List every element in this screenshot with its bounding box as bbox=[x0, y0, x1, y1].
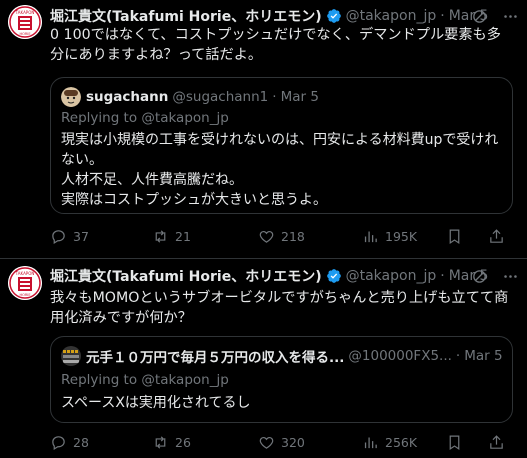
more-icon[interactable] bbox=[502, 8, 519, 25]
tweet-header: 堀江貴文(Takafumi Horie、ホリエモン) @takapon_jp ·… bbox=[50, 6, 519, 26]
quote-date: Mar 5 bbox=[464, 348, 502, 364]
views-icon bbox=[364, 231, 377, 242]
quote-line: 人材不足、人件費高騰だね。 bbox=[61, 172, 243, 188]
like-icon bbox=[259, 436, 274, 449]
quote-author-name: 元手１０万円で毎月５万円の収入を得る... bbox=[86, 350, 345, 366]
repost-button[interactable]: 21 bbox=[152, 228, 191, 245]
repost-icon bbox=[155, 229, 166, 243]
repost-button[interactable]: 26 bbox=[152, 434, 191, 451]
grok-icon[interactable] bbox=[471, 8, 488, 25]
share-icon bbox=[490, 228, 503, 243]
quote-line: 現実は小規模の工事を受けれないのは、円安による材料費upで受けれない。 bbox=[61, 132, 499, 168]
quote-line: 実際はコストプッシュが大きいと思うよ。 bbox=[61, 192, 327, 208]
views-button[interactable]: 195K bbox=[362, 228, 417, 245]
like-count: 320 bbox=[281, 434, 305, 450]
action-bar: 28 26 320 256K bbox=[50, 432, 519, 452]
tweet-text: 0 100ではなくて、コストプッシュだけでなく、デマンドプル要素も多分にあります… bbox=[50, 27, 501, 63]
separator-dot: · bbox=[440, 268, 445, 284]
bookmark-button[interactable] bbox=[446, 434, 463, 451]
reply-button[interactable]: 28 bbox=[50, 434, 89, 451]
separator-dot: · bbox=[440, 8, 445, 24]
quote-text: スペースXは実用化されてるし bbox=[61, 393, 502, 413]
share-button[interactable] bbox=[488, 434, 505, 451]
tweet[interactable]: TAKAPON HORIE 堀江貴文(Takafumi Horie、ホリエモン)… bbox=[0, 259, 527, 458]
author-handle[interactable]: @takapon_jp bbox=[346, 268, 437, 284]
bookmark-icon bbox=[449, 229, 460, 244]
grok-icon[interactable] bbox=[471, 268, 488, 285]
svg-text:TAKAPON: TAKAPON bbox=[15, 271, 35, 276]
like-button[interactable]: 218 bbox=[258, 228, 305, 245]
like-button[interactable]: 320 bbox=[258, 434, 305, 451]
share-icon bbox=[490, 434, 503, 449]
replying-to: Replying to @takapon_jp bbox=[61, 372, 229, 388]
tweet-header: 堀江貴文(Takafumi Horie、ホリエモン) @takapon_jp ·… bbox=[50, 266, 519, 286]
verified-badge-icon bbox=[326, 9, 341, 23]
repost-icon bbox=[155, 435, 166, 449]
reply-icon bbox=[52, 435, 65, 450]
reply-count: 28 bbox=[73, 434, 89, 450]
repost-count: 21 bbox=[175, 228, 191, 244]
quote-date: Mar 5 bbox=[280, 89, 319, 105]
quote-header: 元手１０万円で毎月５万円の収入を得る... @100000FX5... · Ma… bbox=[61, 346, 502, 366]
avatar[interactable]: TAKAPON HORIE bbox=[8, 5, 42, 39]
quoted-tweet[interactable]: 元手１０万円で毎月５万円の収入を得る... @100000FX5... · Ma… bbox=[50, 336, 513, 423]
views-button[interactable]: 256K bbox=[362, 434, 417, 451]
quote-line: スペースXは実用化されてるし bbox=[61, 395, 251, 411]
views-icon bbox=[364, 437, 377, 448]
views-count: 195K bbox=[385, 228, 418, 244]
quote-author-name: sugachann bbox=[86, 89, 169, 105]
bookmark-icon bbox=[449, 435, 460, 450]
quote-author-handle: @sugachann1 bbox=[172, 89, 269, 105]
verified-badge-icon bbox=[326, 269, 341, 283]
replying-to: Replying to @takapon_jp bbox=[61, 110, 229, 126]
quoted-tweet[interactable]: sugachann @sugachann1 · Mar 5 Replying t… bbox=[50, 77, 513, 214]
more-icon[interactable] bbox=[502, 268, 519, 285]
author-name[interactable]: 堀江貴文(Takafumi Horie、ホリエモン) bbox=[50, 266, 322, 286]
tweet[interactable]: TAKAPON HORIE 堀江貴文(Takafumi Horie、ホリエモン)… bbox=[0, 0, 527, 258]
quote-author-handle: @100000FX5... bbox=[348, 348, 452, 364]
reply-button[interactable]: 37 bbox=[50, 228, 89, 245]
author-handle[interactable]: @takapon_jp bbox=[346, 8, 437, 24]
views-count: 256K bbox=[385, 434, 418, 450]
svg-text:HORIE: HORIE bbox=[19, 32, 30, 36]
like-count: 218 bbox=[281, 228, 305, 244]
repost-count: 26 bbox=[175, 434, 191, 450]
action-bar: 37 21 218 195K bbox=[50, 226, 519, 246]
avatar[interactable]: TAKAPON HORIE bbox=[8, 266, 42, 300]
reply-count: 37 bbox=[73, 228, 89, 244]
quote-header: sugachann @sugachann1 · Mar 5 bbox=[61, 87, 502, 107]
author-name[interactable]: 堀江貴文(Takafumi Horie、ホリエモン) bbox=[50, 6, 322, 26]
svg-text:TAKAPON: TAKAPON bbox=[15, 10, 35, 15]
tweet-text: 我々もMOMOというサブオービタルですがちゃんと売り上げも立てて商用化済みですが… bbox=[50, 290, 509, 326]
quote-avatar bbox=[61, 87, 81, 107]
reply-icon bbox=[52, 229, 65, 244]
separator-dot: · bbox=[455, 348, 461, 364]
quote-avatar bbox=[61, 346, 81, 366]
svg-text:HORIE: HORIE bbox=[19, 293, 30, 297]
share-button[interactable] bbox=[488, 228, 505, 245]
like-icon bbox=[259, 230, 274, 243]
bookmark-button[interactable] bbox=[446, 228, 463, 245]
separator-dot: · bbox=[272, 89, 277, 105]
quote-text: 現実は小規模の工事を受けれないのは、円安による材料費upで受けれない。 人材不足… bbox=[61, 130, 502, 210]
